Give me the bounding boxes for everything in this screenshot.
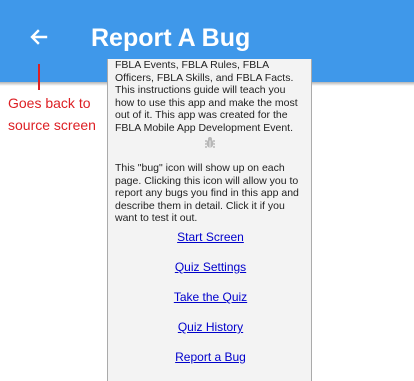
arrow-left-icon bbox=[27, 25, 51, 54]
start-screen-link[interactable]: Start Screen bbox=[108, 230, 311, 245]
intro-paragraph: FBLA Events, FBLA Rules, FBLA Officers, … bbox=[115, 59, 298, 134]
report-bug-screen: Report A Bug Goes back to source screen … bbox=[0, 0, 414, 381]
instructions-text: FBLA Events, FBLA Rules, FBLA Officers, … bbox=[115, 59, 305, 135]
report-bug-link[interactable]: Report a Bug bbox=[108, 350, 311, 365]
bug-icon bbox=[203, 135, 217, 149]
quiz-history-link[interactable]: Quiz History bbox=[108, 320, 311, 335]
instructions-panel: FBLA Events, FBLA Rules, FBLA Officers, … bbox=[107, 59, 312, 381]
take-quiz-link[interactable]: Take the Quiz bbox=[108, 290, 311, 305]
annotation-label: Goes back to source screen bbox=[8, 95, 96, 133]
page-title: Report A Bug bbox=[91, 24, 251, 52]
annotation-pointer bbox=[38, 64, 40, 90]
quiz-settings-link[interactable]: Quiz Settings bbox=[108, 260, 311, 275]
bug-icon-description: This "bug" icon will show up on each pag… bbox=[115, 162, 299, 225]
back-button[interactable] bbox=[22, 22, 56, 56]
